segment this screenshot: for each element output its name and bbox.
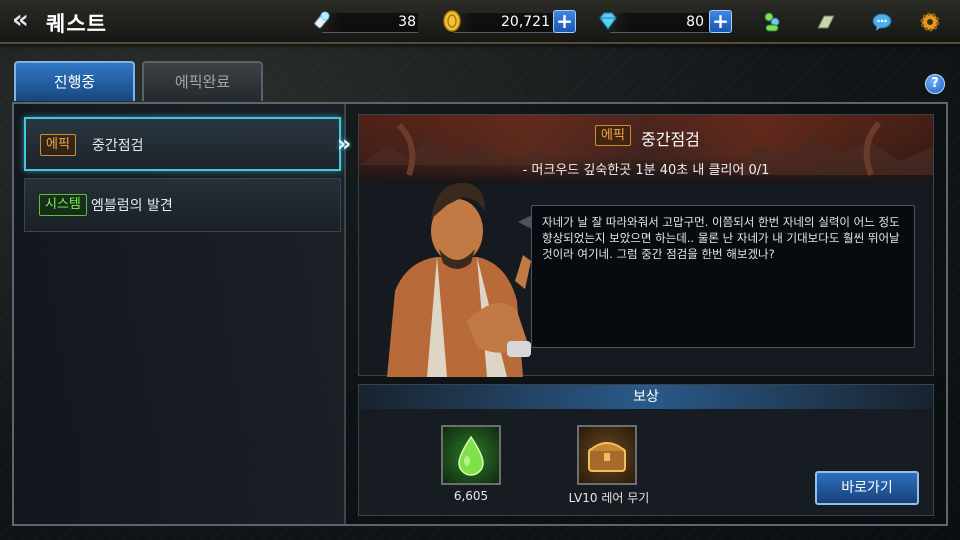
npc-portrait — [387, 182, 531, 377]
reward-heading: 보상 — [359, 385, 933, 409]
npc-dialog: 자네가 날 잘 따라와줘서 고맙구먼. 이쯤되서 한번 자네의 실력이 어느 정… — [531, 205, 915, 348]
gold-coin-icon — [443, 10, 461, 32]
go-now-button[interactable]: 바로가기 — [815, 471, 919, 505]
tab-epic-completed[interactable]: 에픽완료 — [142, 61, 263, 101]
exp-drop-icon — [458, 435, 484, 476]
reward-panel: 보상 6,605 LV10 레어 무기 바로가기 — [358, 384, 934, 516]
gem-resource: 80 + — [596, 9, 736, 35]
top-bar: « 퀘스트 38 20,721 + 80 + — [0, 0, 960, 44]
dialog-tail — [518, 215, 532, 229]
epic-tag: 에픽 — [40, 134, 76, 156]
diamond-icon — [599, 12, 617, 31]
quest-detail-panel: 에픽 중간점검 - 머크우드 깊숙한곳 1분 40초 내 클리어 0/1 자네가… — [358, 114, 934, 377]
people-icon[interactable] — [760, 10, 784, 34]
exp-reward-label: 6,605 — [453, 489, 489, 503]
quest-name: 중간점검 — [92, 138, 144, 154]
stamina-resource: 38 — [308, 9, 420, 35]
help-button[interactable]: ? — [925, 74, 945, 94]
quest-name: 엠블럼의 발견 — [91, 198, 173, 214]
system-tag: 시스템 — [39, 194, 87, 216]
exp-reward-item[interactable] — [441, 425, 501, 485]
weapon-reward-label: LV10 레어 무기 — [568, 491, 650, 505]
tab-in-progress[interactable]: 진행중 — [14, 61, 135, 101]
gold-resource: 20,721 + — [440, 9, 580, 35]
quest-item-checkpoint[interactable]: 에픽 중간점검 — [24, 117, 341, 171]
gem-value: 80 — [686, 14, 704, 30]
epic-tag: 에픽 — [595, 125, 631, 146]
add-gold-button[interactable]: + — [553, 10, 576, 33]
stamina-value: 38 — [398, 14, 416, 30]
chat-icon[interactable] — [870, 10, 894, 34]
back-button[interactable]: « — [12, 7, 42, 34]
page-title: 퀘스트 — [46, 12, 107, 36]
add-gem-button[interactable]: + — [709, 10, 732, 33]
inventory-icon[interactable] — [814, 10, 838, 34]
selected-arrow-icon: » — [337, 132, 352, 157]
gold-value: 20,721 — [501, 14, 550, 30]
treasure-chest-icon — [588, 442, 626, 472]
quest-item-emblem[interactable]: 시스템 엠블럼의 발견 — [24, 178, 341, 232]
detail-title: 중간점검 — [641, 130, 700, 149]
flashlight-icon — [314, 11, 330, 29]
settings-gear-icon[interactable] — [918, 10, 942, 34]
weapon-reward-item[interactable] — [577, 425, 637, 485]
